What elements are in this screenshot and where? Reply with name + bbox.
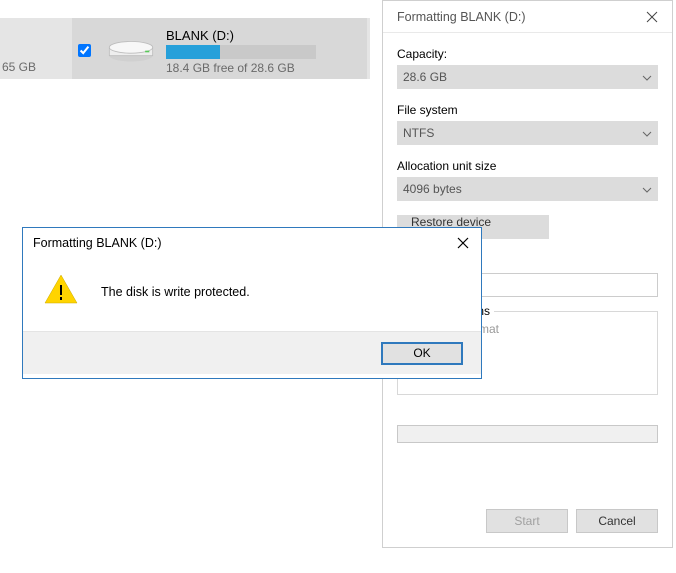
error-dialog-titlebar: Formatting BLANK (D:) [23,228,481,258]
cancel-button[interactable]: Cancel [576,509,658,533]
format-dialog-title: Formatting BLANK (D:) [397,10,526,24]
drive-usage-bar [166,45,316,59]
capacity-dropdown[interactable]: 28.6 GB [397,65,658,89]
capacity-field: Capacity: 28.6 GB [397,47,658,89]
drive-usage-fill [166,45,220,59]
error-dialog-body: The disk is write protected. [23,258,481,331]
error-message-text: The disk is write protected. [101,285,250,299]
partial-drive-tile: 65 GB [0,38,70,78]
chevron-down-icon [642,70,652,84]
drive-title: BLANK (D:) [166,28,367,43]
start-button[interactable]: Start [486,509,568,533]
drive-checkbox-wrap [72,40,96,57]
close-icon[interactable] [640,5,664,29]
drive-tile[interactable]: BLANK (D:) 18.4 GB free of 28.6 GB [72,18,367,79]
error-dialog: Formatting BLANK (D:) The disk is write … [22,227,482,379]
partial-drive-text: 65 GB [0,60,70,74]
format-dialog-titlebar: Formatting BLANK (D:) [383,1,672,33]
filesystem-dropdown[interactable]: NTFS [397,121,658,145]
capacity-label: Capacity: [397,47,658,61]
chevron-down-icon [642,182,652,196]
close-icon[interactable] [451,231,475,255]
drive-subtitle: 18.4 GB free of 28.6 GB [166,61,367,75]
filesystem-field: File system NTFS [397,103,658,145]
allocation-field: Allocation unit size 4096 bytes [397,159,658,201]
allocation-label: Allocation unit size [397,159,658,173]
format-dialog-footer: Start Cancel [486,509,658,533]
allocation-value: 4096 bytes [403,182,462,196]
drive-icon [96,30,166,68]
error-dialog-footer: OK [23,331,481,374]
capacity-value: 28.6 GB [403,70,447,84]
allocation-dropdown[interactable]: 4096 bytes [397,177,658,201]
warning-icon [43,272,79,311]
drive-info: BLANK (D:) 18.4 GB free of 28.6 GB [166,22,367,75]
drive-checkbox[interactable] [78,44,91,57]
format-progress-bar [397,425,658,443]
ok-button[interactable]: OK [381,342,463,365]
filesystem-value: NTFS [403,126,434,140]
filesystem-label: File system [397,103,658,117]
chevron-down-icon [642,126,652,140]
error-dialog-title: Formatting BLANK (D:) [33,236,162,250]
